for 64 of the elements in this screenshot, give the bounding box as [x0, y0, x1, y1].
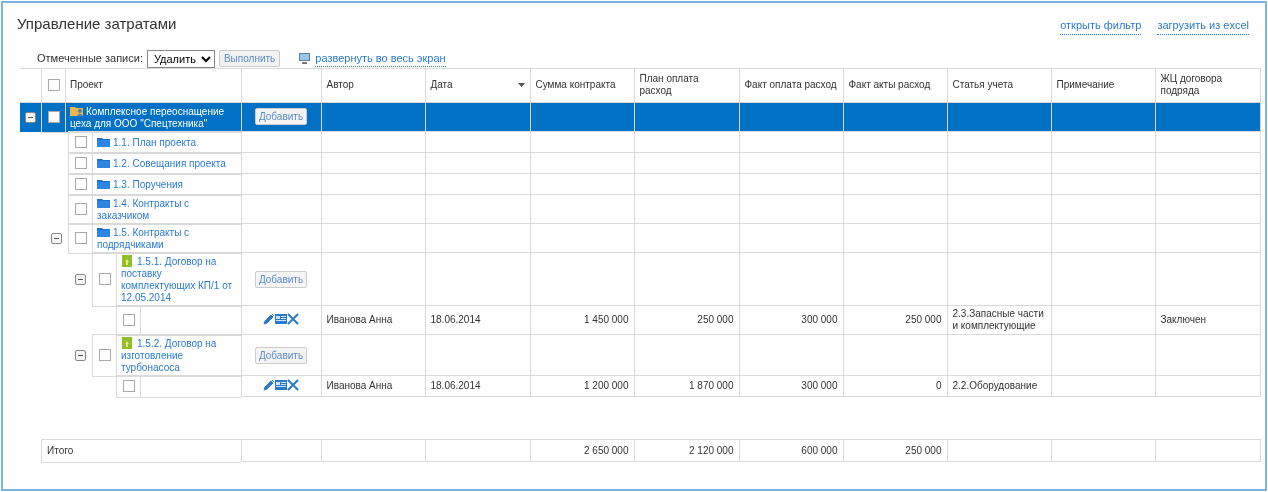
row-checkbox[interactable]: [74, 136, 87, 148]
fullscreen-link[interactable]: развернуть во весь экран: [315, 49, 446, 68]
execute-button[interactable]: Выполнить: [218, 50, 281, 67]
folder-icon: [97, 177, 110, 190]
table-cell-text: Заключен: [1160, 314, 1206, 325]
row-checkbox[interactable]: [98, 349, 111, 361]
table-cell-text: 1 450 000: [584, 314, 629, 325]
table-cell-text: 250 000: [697, 314, 734, 325]
pencil-icon[interactable]: [263, 312, 275, 325]
table-cell-text: Иванова Анна: [326, 314, 393, 325]
add-button[interactable]: Добавить: [254, 270, 308, 288]
folder-icon: [97, 156, 110, 169]
table-cell-text: 18.06.2014: [430, 380, 481, 391]
document-icon: [121, 254, 134, 267]
row-checkbox[interactable]: [74, 178, 87, 190]
folder-icon: [97, 196, 110, 209]
filter-link[interactable]: открыть фильтр: [1060, 17, 1142, 35]
monitor-icon: [298, 52, 312, 65]
collapse-toggle[interactable]: [74, 349, 86, 361]
select-all-checkbox[interactable]: [47, 79, 60, 91]
row-checkbox[interactable]: [74, 203, 87, 215]
card-icon[interactable]: [275, 378, 287, 391]
pencil-icon[interactable]: [263, 378, 275, 391]
collapse-toggle[interactable]: [25, 111, 36, 123]
folder-person-icon: [70, 104, 83, 117]
table-cell-text: 18.06.2014: [430, 314, 481, 325]
table-cell-text: 300 000: [801, 314, 838, 325]
folder-icon: [97, 225, 110, 238]
table-cell-text: Иванова Анна: [326, 380, 393, 391]
sort-caret-icon: [517, 83, 525, 87]
total-value: 2 650 000: [584, 444, 629, 456]
row-checkbox[interactable]: [47, 111, 60, 123]
column-header[interactable]: Автор: [326, 79, 354, 91]
toolbar-label: Отмеченные записи:: [37, 51, 143, 67]
table-cell-text: 2.3.Запасные части и комплектующие: [952, 308, 1044, 331]
row-checkbox[interactable]: [122, 314, 135, 326]
total-value: 250 000: [905, 444, 942, 456]
add-button[interactable]: Добавить: [254, 346, 308, 364]
excel-import-link[interactable]: загрузить из excel: [1157, 17, 1249, 35]
table-cell-text: 1 200 000: [584, 380, 629, 391]
table-cell-text: 300 000: [801, 380, 838, 391]
total-value: 600 000: [801, 444, 838, 456]
row-checkbox[interactable]: [74, 157, 87, 169]
action-select[interactable]: Удалить: [146, 49, 215, 68]
table-cell-text: 250 000: [905, 314, 942, 325]
folder-icon: [97, 135, 110, 148]
column-header[interactable]: Проект: [70, 79, 103, 91]
card-icon[interactable]: [275, 312, 287, 325]
collapse-toggle[interactable]: [50, 232, 62, 244]
page-title: Управление затратами: [17, 14, 177, 34]
column-header[interactable]: Дата: [430, 79, 453, 91]
add-button[interactable]: Добавить: [254, 108, 308, 126]
totals-label: Итого: [47, 444, 74, 457]
row-checkbox[interactable]: [122, 380, 135, 392]
table-cell-text: 1 870 000: [689, 380, 734, 391]
table-cell-text: 2.2.Оборудование: [952, 380, 1038, 391]
row-checkbox[interactable]: [74, 232, 87, 244]
close-icon[interactable]: [287, 378, 299, 391]
close-icon[interactable]: [287, 312, 299, 325]
table-cell-text: 0: [935, 380, 942, 391]
row-checkbox[interactable]: [98, 273, 111, 285]
document-icon: [121, 336, 134, 349]
total-value: 2 120 000: [689, 444, 734, 456]
collapse-toggle[interactable]: [74, 273, 86, 285]
